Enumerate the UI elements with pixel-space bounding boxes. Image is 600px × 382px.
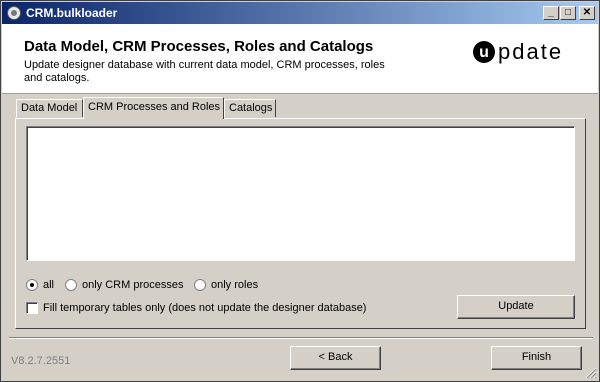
finish-button[interactable]: Finish: [491, 346, 582, 370]
minimize-button[interactable]: _: [543, 6, 559, 20]
close-button[interactable]: ✕: [579, 6, 595, 20]
footer-divider: [9, 337, 593, 339]
tab-catalogs[interactable]: Catalogs: [224, 99, 276, 117]
page-title: Data Model, CRM Processes, Roles and Cat…: [24, 38, 374, 55]
version-label: V8.2.7.2551: [11, 355, 71, 367]
tab-crm-processes-and-roles[interactable]: CRM Processes and Roles: [83, 97, 224, 119]
wizard-header: Data Model, CRM Processes, Roles and Cat…: [2, 24, 598, 94]
update-logo: u pdate: [473, 39, 563, 64]
window-title: CRM.bulkloader: [26, 6, 118, 20]
radio-only-roles-label: only roles: [211, 279, 259, 291]
radio-only-roles-button[interactable]: [194, 279, 206, 291]
maximize-button[interactable]: □: [560, 6, 576, 20]
radio-only-crm-processes-label: only CRM processes: [82, 279, 184, 291]
output-textarea[interactable]: [26, 126, 575, 261]
wizard-window: CRM.bulkloader _ □ ✕ Data Model, CRM Pro…: [0, 0, 600, 382]
svg-text:u: u: [479, 44, 489, 61]
radio-all-label: all: [43, 279, 55, 291]
radio-only-crm-processes-button[interactable]: [65, 279, 77, 291]
update-button[interactable]: Update: [457, 295, 575, 319]
fill-temp-tables-option[interactable]: Fill temporary tables only (does not upd…: [26, 301, 366, 315]
back-button[interactable]: < Back: [290, 346, 381, 370]
tab-data-model[interactable]: Data Model: [16, 99, 83, 117]
fill-temp-tables-checkbox[interactable]: [26, 302, 38, 314]
app-icon: [7, 6, 21, 20]
radio-all[interactable]: all: [26, 278, 54, 292]
page-subtitle: Update designer database with current da…: [24, 59, 385, 84]
radio-all-button[interactable]: [26, 279, 38, 291]
fill-temp-tables-label: Fill temporary tables only (does not upd…: [43, 302, 367, 314]
title-bar[interactable]: CRM.bulkloader _ □ ✕: [2, 2, 598, 24]
resize-grip-icon[interactable]: [585, 367, 597, 379]
svg-text:pdate: pdate: [498, 39, 563, 64]
radio-only-roles[interactable]: only roles: [194, 278, 258, 292]
radio-only-crm-processes[interactable]: only CRM processes: [65, 278, 183, 292]
